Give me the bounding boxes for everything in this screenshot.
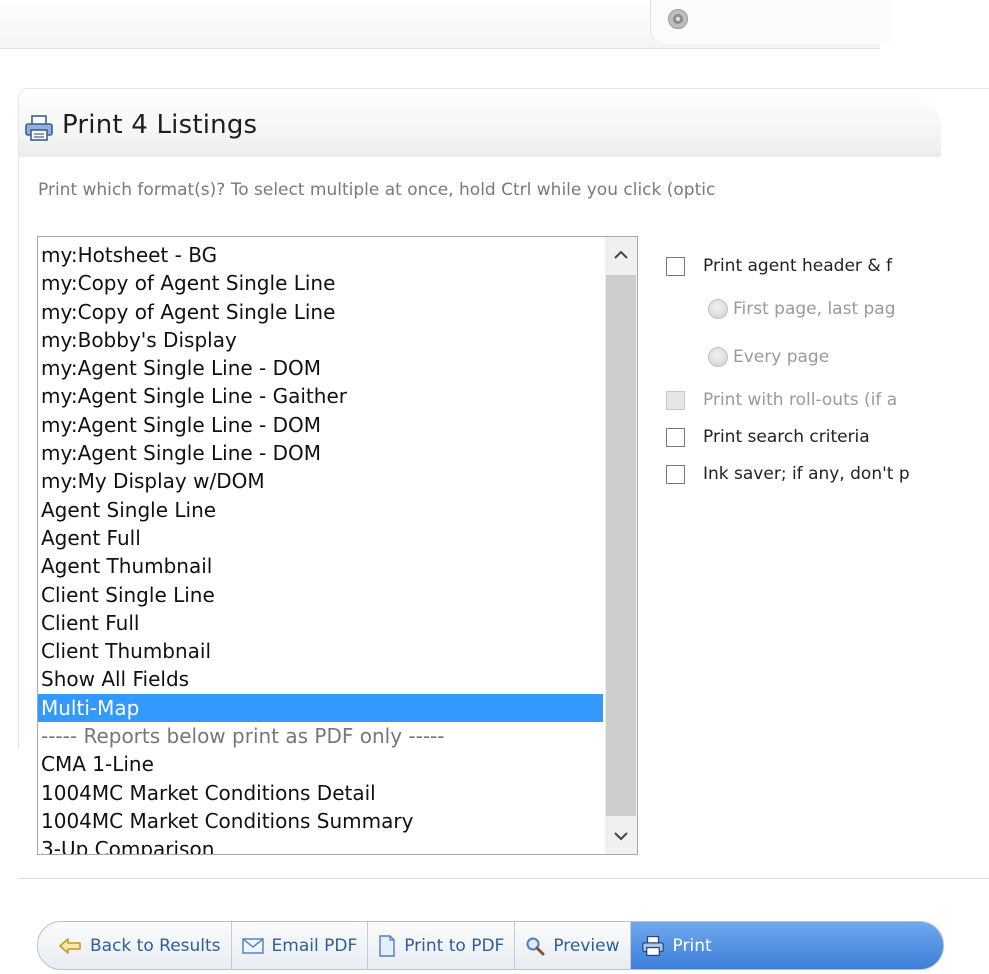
preview-label: Preview	[553, 935, 620, 956]
chevron-up-icon	[614, 250, 628, 259]
format-option[interactable]: my:Copy of Agent Single Line	[38, 269, 603, 297]
format-option[interactable]: my:Agent Single Line - Gaither	[38, 382, 603, 410]
first-last-page-option[interactable]: First page, last pag	[708, 299, 896, 319]
format-listbox[interactable]: my:Hotsheet - BG my:Copy of Agent Single …	[37, 236, 638, 855]
agent-header-checkbox[interactable]	[666, 256, 685, 276]
format-option[interactable]: Agent Single Line	[38, 496, 603, 524]
format-option[interactable]: my:Agent Single Line - DOM	[38, 411, 603, 439]
printer-icon	[641, 935, 664, 956]
back-to-results-label: Back to Results	[90, 935, 221, 956]
page-title: Print 4 Listings	[62, 110, 258, 140]
ink-saver-checkbox[interactable]	[666, 464, 685, 484]
rollouts-label: Print with roll-outs (if a	[703, 390, 898, 410]
instructions-text: Print which format(s)? To select multipl…	[38, 180, 716, 200]
format-option[interactable]: Agent Thumbnail	[38, 552, 603, 580]
format-option[interactable]: Show All Fields	[38, 665, 603, 693]
format-list: my:Hotsheet - BG my:Copy of Agent Single …	[38, 241, 603, 854]
format-option[interactable]: my:Agent Single Line - DOM	[38, 354, 603, 382]
ink-saver-option[interactable]: Ink saver; if any, don't p	[666, 464, 910, 484]
document-icon	[379, 934, 395, 957]
magnifier-icon	[526, 937, 545, 955]
format-option[interactable]: my:Hotsheet - BG	[38, 241, 603, 269]
chevron-down-icon	[614, 832, 628, 841]
format-option[interactable]: my:Agent Single Line - DOM	[38, 439, 603, 467]
print-to-pdf-label: Print to PDF	[404, 935, 505, 956]
back-to-results-button[interactable]: Back to Results	[38, 922, 232, 969]
search-criteria-label: Print search criteria	[703, 427, 870, 447]
print-to-pdf-button[interactable]: Print to PDF	[368, 922, 516, 969]
format-option[interactable]: 1004MC Market Conditions Summary	[38, 807, 603, 835]
format-option[interactable]: my:Bobby's Display	[38, 326, 603, 354]
scroll-thumb[interactable]	[606, 275, 636, 816]
scroll-down-button[interactable]	[605, 818, 637, 854]
format-option[interactable]: Client Full	[38, 609, 603, 637]
agent-header-label: Print agent header & f	[703, 256, 892, 276]
listbox-scrollbar[interactable]	[605, 237, 637, 854]
divider	[18, 878, 989, 879]
print-button[interactable]: Print	[630, 922, 943, 969]
scroll-up-button[interactable]	[605, 237, 637, 273]
format-option[interactable]: Multi-Map	[38, 693, 603, 723]
first-last-page-label: First page, last pag	[733, 299, 896, 319]
format-option[interactable]: Client Single Line	[38, 581, 603, 609]
format-option[interactable]: my:My Display w/DOM	[38, 467, 603, 495]
agent-header-option[interactable]: Print agent header & f	[666, 256, 892, 276]
back-arrow-icon	[59, 937, 81, 954]
rollouts-checkbox[interactable]	[666, 390, 685, 410]
every-page-label: Every page	[733, 347, 830, 367]
format-option[interactable]: 1004MC Market Conditions Detail	[38, 779, 603, 807]
printer-icon	[25, 115, 53, 141]
format-option[interactable]: Client Thumbnail	[38, 637, 603, 665]
format-option[interactable]: Agent Full	[38, 524, 603, 552]
ink-saver-label: Ink saver; if any, don't p	[703, 464, 910, 484]
action-toolbar: Back to Results Email PDF Print to PDF P…	[37, 921, 944, 970]
every-page-radio[interactable]	[708, 347, 728, 367]
email-pdf-label: Email PDF	[271, 935, 358, 956]
print-label: Print	[672, 935, 712, 956]
format-option[interactable]: 3-Up Comparison	[38, 835, 603, 854]
format-option[interactable]: CMA 1-Line	[38, 750, 603, 778]
envelope-icon	[241, 937, 264, 954]
every-page-option[interactable]: Every page	[708, 347, 829, 367]
rollouts-option[interactable]: Print with roll-outs (if a	[666, 390, 897, 410]
print-options: Print agent header & f First page, last …	[660, 240, 960, 500]
search-criteria-checkbox[interactable]	[666, 427, 685, 447]
format-option[interactable]: my:Copy of Agent Single Line	[38, 298, 603, 326]
help-icon[interactable]	[667, 8, 689, 30]
email-pdf-button[interactable]: Email PDF	[232, 922, 369, 969]
search-criteria-option[interactable]: Print search criteria	[666, 427, 870, 447]
first-last-page-radio[interactable]	[708, 299, 728, 319]
list-separator: ----- Reports below print as PDF only --…	[41, 724, 445, 749]
preview-button[interactable]: Preview	[515, 922, 631, 969]
